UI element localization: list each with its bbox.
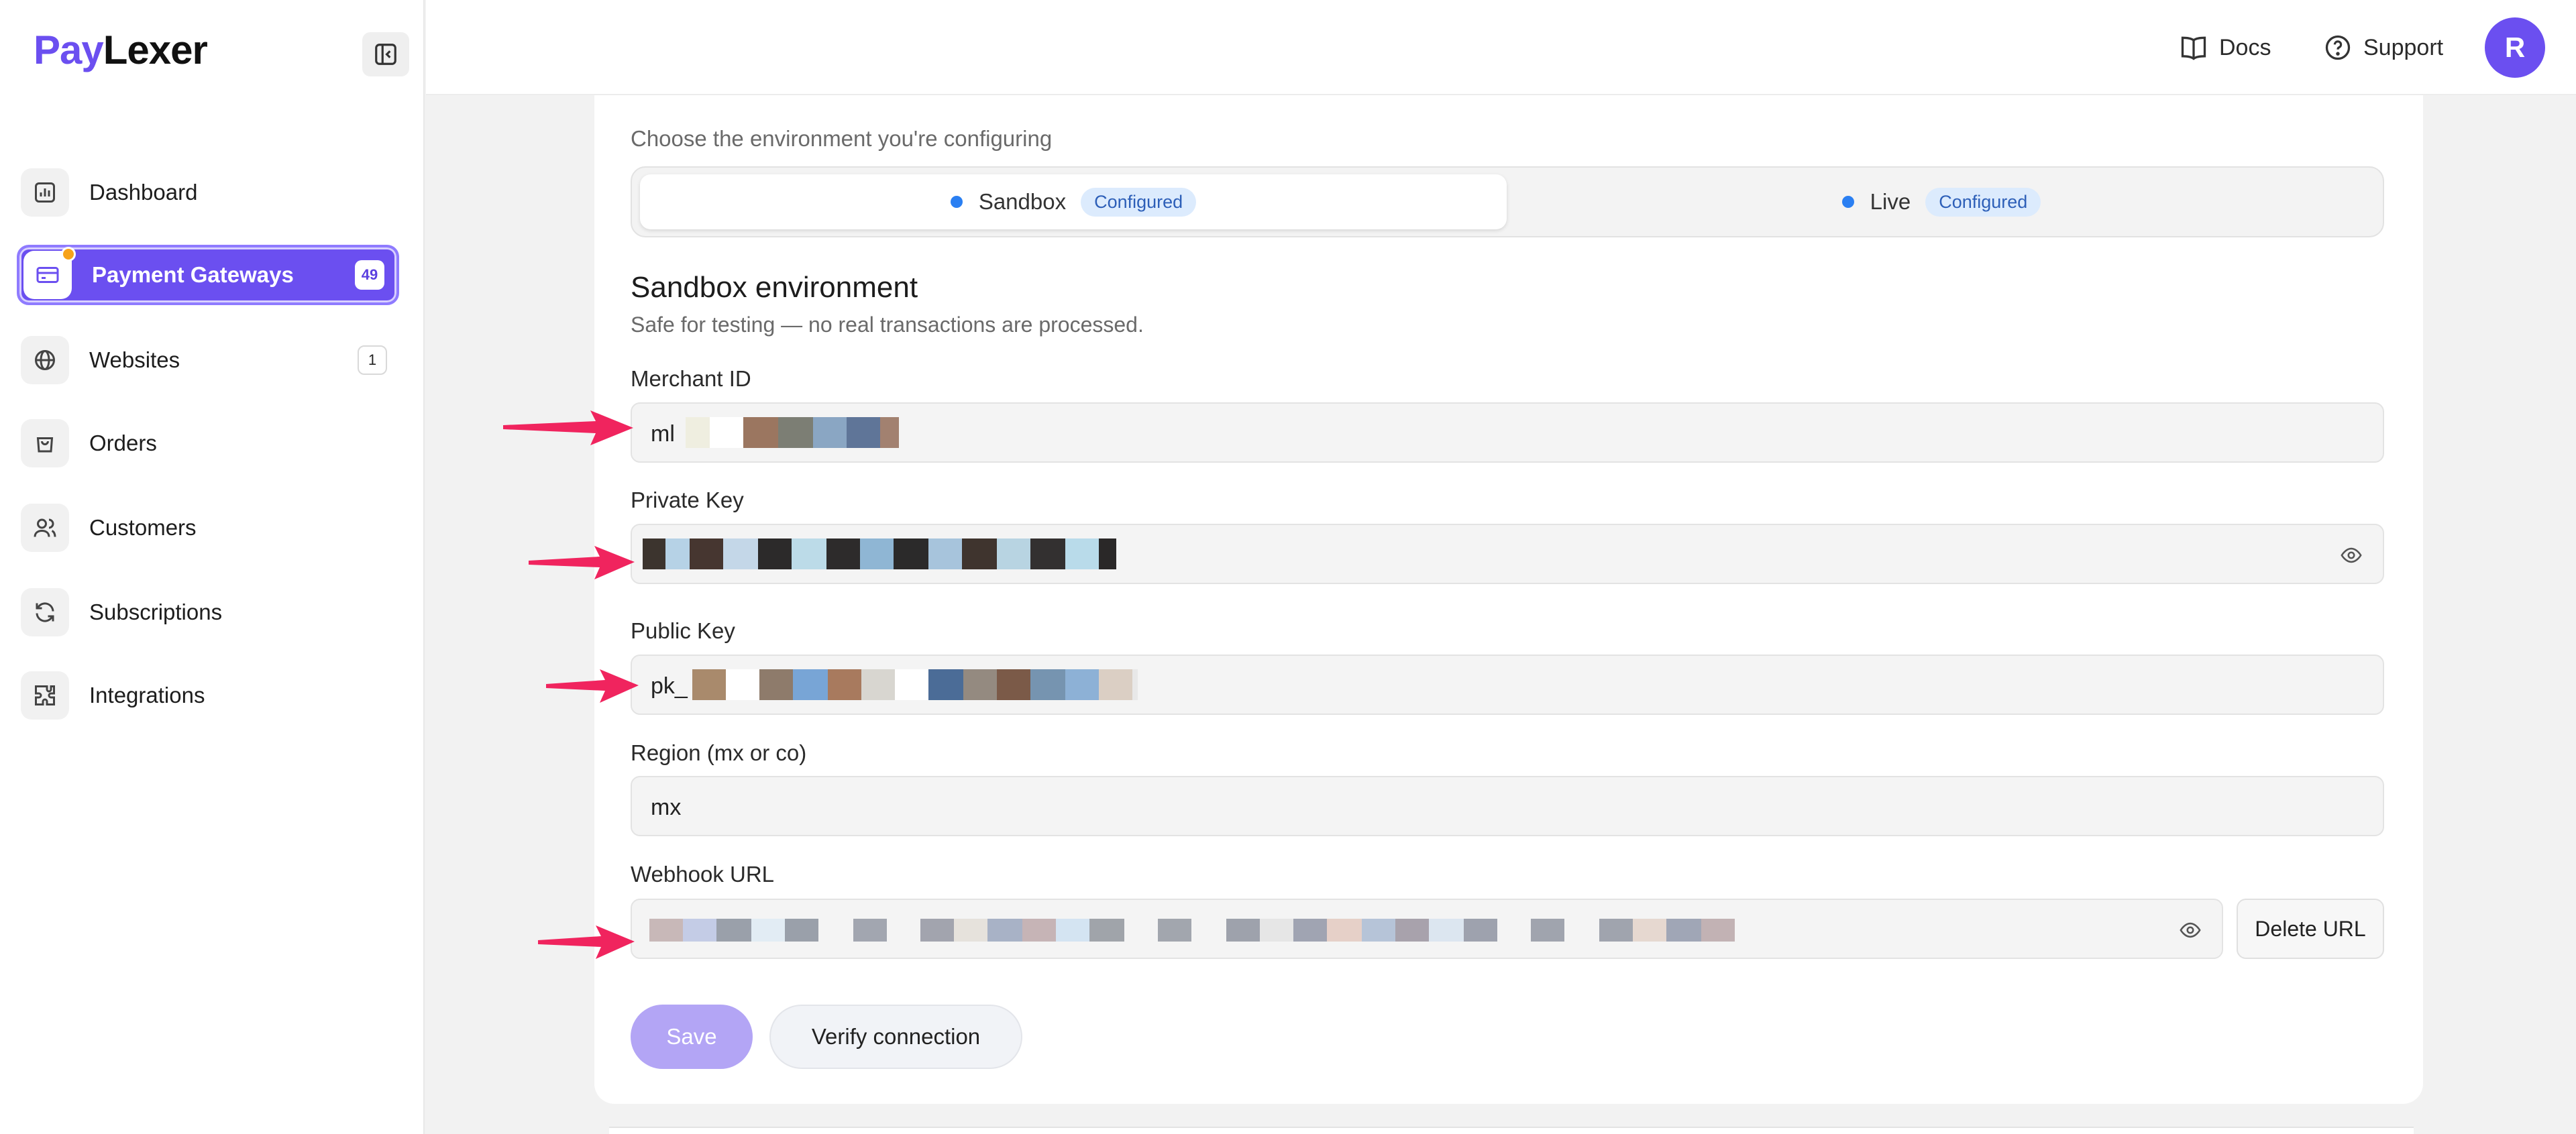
sidebar-item-label: Customers [89, 515, 197, 540]
private-key-field[interactable] [631, 524, 2384, 584]
sidebar-item-label: Subscriptions [89, 600, 223, 624]
avatar[interactable]: R [2485, 17, 2545, 78]
sidebar-item-label: Payment Gateways [92, 262, 294, 287]
verify-connection-button[interactable]: Verify connection [769, 1005, 1022, 1069]
brand-logo-part1: Pay [34, 27, 104, 72]
private-key-label: Private Key [631, 488, 744, 512]
collapse-sidebar-button[interactable] [362, 32, 409, 76]
puzzle-icon [21, 671, 69, 720]
sidebar-item-orders[interactable]: Orders [17, 413, 399, 473]
status-dot [950, 196, 963, 208]
sidebar-item-label: Orders [89, 431, 157, 455]
notification-dot [61, 247, 76, 262]
webhook-url-label: Webhook URL [631, 862, 775, 887]
refresh-icon [21, 588, 69, 636]
globe-icon [21, 336, 69, 384]
environment-option-live[interactable]: Live Configured [1508, 174, 2375, 229]
book-icon [2181, 36, 2206, 60]
region-label: Region (mx or co) [631, 740, 807, 765]
environment-switch: Sandbox Configured Live Configured [631, 166, 2384, 237]
brand-logo[interactable]: PayLexer [34, 27, 208, 73]
environment-option-sandbox[interactable]: Sandbox Configured [640, 174, 1507, 229]
sidebar-item-label: Integrations [89, 683, 205, 707]
environment-hint: Choose the environment you're configurin… [631, 126, 1053, 151]
redacted-value [643, 538, 1116, 569]
redacted-value [686, 417, 899, 448]
merchant-id-value: ml [651, 421, 675, 447]
public-key-field[interactable]: pk_ [631, 655, 2384, 715]
count-badge: 49 [355, 260, 384, 290]
environment-label: Live [1870, 189, 1911, 214]
status-badge: Configured [1081, 187, 1197, 217]
environment-label: Sandbox [978, 189, 1067, 214]
public-key-value: pk_ [651, 673, 688, 699]
region-value: mx [651, 795, 682, 820]
count-badge: 1 [358, 345, 387, 375]
shopping-bag-icon [21, 419, 69, 467]
status-dot [1841, 196, 1854, 208]
merchant-id-field[interactable]: ml [631, 402, 2384, 463]
delete-url-button[interactable]: Delete URL [2237, 899, 2384, 959]
sidebar-item-label: Websites [89, 347, 180, 372]
top-bar: Docs Support R [426, 0, 2576, 95]
docs-link[interactable]: Docs [2179, 30, 2271, 66]
docs-label: Docs [2219, 34, 2271, 60]
environment-title: Sandbox environment [631, 271, 918, 304]
bar-chart-icon [21, 168, 69, 217]
users-icon [21, 504, 69, 552]
annotation-arrow-icon [503, 410, 633, 445]
sidebar-item-customers[interactable]: Customers [17, 498, 399, 558]
status-badge: Configured [1925, 187, 2041, 217]
sidebar-item-payment-gateways[interactable]: Payment Gateways 49 [17, 245, 399, 305]
sidebar-item-subscriptions[interactable]: Subscriptions [17, 582, 399, 642]
credit-card-icon [23, 247, 76, 299]
sidebar-item-label: Dashboard [89, 180, 198, 205]
annotation-arrow-icon [538, 925, 635, 959]
redacted-value [692, 669, 1138, 700]
sidebar-item-integrations[interactable]: Integrations [17, 665, 399, 726]
support-link[interactable]: Support [2323, 30, 2443, 66]
environment-description: Safe for testing — no real transactions … [631, 313, 1144, 337]
brand-logo-part2: Lexer [103, 27, 208, 72]
webhook-url-field[interactable] [631, 899, 2223, 959]
region-field[interactable]: mx [631, 776, 2384, 836]
annotation-arrow-icon [546, 669, 639, 703]
annotation-arrow-icon [529, 546, 635, 579]
help-circle-icon [2325, 35, 2351, 60]
merchant-id-label: Merchant ID [631, 366, 751, 391]
sidebar-item-websites[interactable]: Websites 1 [17, 330, 399, 390]
redacted-value [649, 919, 1735, 950]
sidebar: PayLexer Dashboard Payment Gateways 49 W… [0, 0, 425, 1134]
public-key-label: Public Key [631, 618, 735, 643]
next-card-edge [609, 1127, 2414, 1134]
save-button[interactable]: Save [631, 1005, 753, 1069]
eye-icon[interactable] [2339, 544, 2364, 567]
support-label: Support [2363, 34, 2444, 60]
sidebar-item-dashboard[interactable]: Dashboard [17, 162, 399, 223]
eye-icon[interactable] [2178, 919, 2203, 942]
sidebar-collapse-icon [375, 44, 396, 65]
